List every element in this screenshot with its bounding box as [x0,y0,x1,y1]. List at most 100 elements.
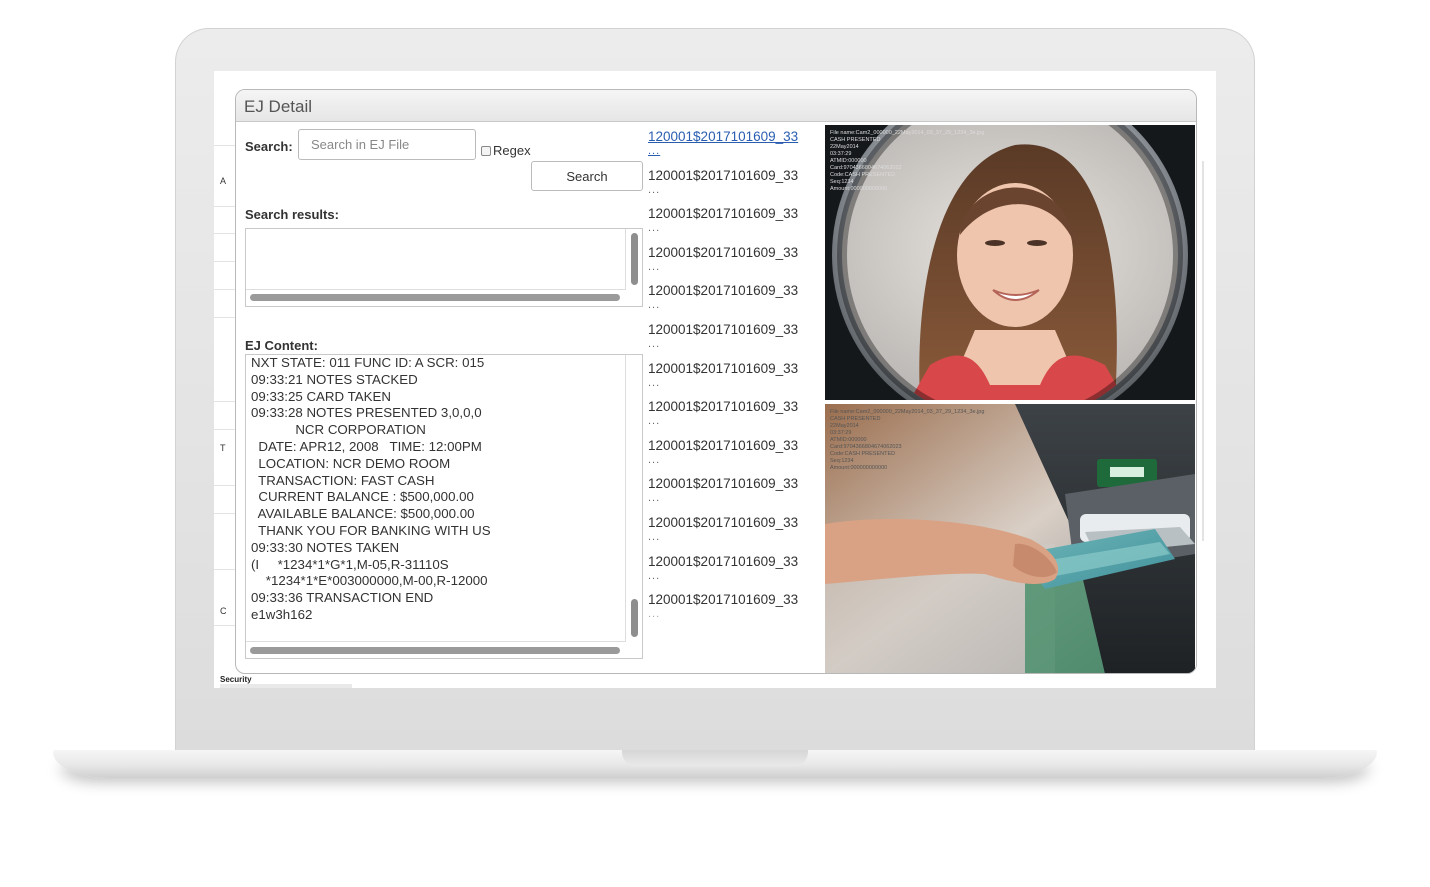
search-results-label: Search results: [245,207,339,222]
bg-row-divider [214,401,236,402]
bg-row-divider [214,625,236,626]
bg-row-divider [214,513,236,514]
background-app: A T C [214,71,236,688]
laptop-screen: A T C Security EJ Detail Search: Regex S… [214,71,1216,688]
ej-file-name[interactable]: 120001$2017101609_33 [648,322,823,337]
ej-file-name[interactable]: 120001$2017101609_33 [648,554,823,569]
results-vertical-scrollbar[interactable] [631,233,638,285]
ej-file-ellipsis: ... [648,376,661,389]
camera-image-1[interactable]: File name:Cam2_000000_22May2014_03_37_29… [825,125,1195,400]
search-input[interactable] [298,129,476,160]
ej-content-line: *1234*1*E*003000000,M-00,R-12000 [251,573,488,589]
ej-file-name[interactable]: 120001$2017101609_33 [648,206,823,221]
ej-content-line: 09:33:25 CARD TAKEN [251,388,391,404]
ej-file-name[interactable]: 120001$2017101609_33 [648,399,823,414]
ej-content-line: DATE: APR12, 2008 TIME: 12:00PM [251,438,482,454]
ej-file-ellipsis: ... [648,222,661,235]
regex-checkbox[interactable] [481,145,491,156]
bg-mark: C [220,606,227,616]
search-button[interactable]: Search [531,161,643,191]
ej-file-name[interactable]: 120001$2017101609_33 [648,129,823,144]
ej-content-label: EJ Content: [245,338,318,353]
ej-horizontal-scrollbar[interactable] [250,647,620,654]
ej-file-link[interactable]: 120001$2017101609_33... [648,592,823,620]
ej-file-ellipsis: ... [648,299,661,312]
search-panel: Search: Regex Search Search results: EJ … [245,129,643,669]
ej-file-ellipsis: ... [648,492,661,505]
ej-file-ellipsis: ... [648,531,661,543]
ej-content-line: CURRENT BALANCE : $500,000.00 [251,489,474,505]
ej-file-link[interactable]: 120001$2017101609_33... [648,399,823,427]
ej-file-name[interactable]: 120001$2017101609_33 [648,168,823,183]
results-list [246,229,626,290]
ej-file-name[interactable]: 120001$2017101609_33 [648,438,823,453]
ej-file-name[interactable]: 120001$2017101609_33 [648,245,823,260]
camera-1-overlay-text: File name:Cam2_000000_22May2014_03_37_29… [830,130,985,192]
bg-row-divider [214,261,236,262]
bg-row-divider [214,289,236,290]
ej-file-ellipsis: ... [648,338,661,350]
ej-content-box[interactable]: NXT STATE: 011 FUNC ID: A SCR: 015 09:33:… [245,354,643,659]
camera-image-2[interactable]: File name:Cam2_000000_22May2014_03_37_29… [825,404,1195,673]
ej-content-line: THANK YOU FOR BANKING WITH US [251,522,491,538]
ej-content-line: e1w3h162 [251,606,313,622]
bg-divider [220,684,352,688]
ej-file-link[interactable]: 120001$2017101609_33... [648,245,823,273]
ej-content-line: TRANSACTION: FAST CASH [251,472,435,488]
ej-file-link[interactable]: 120001$2017101609_33... [648,515,823,543]
ej-file-name[interactable]: 120001$2017101609_33 [648,476,823,491]
ej-content-line: AVAILABLE BALANCE: $500,000.00 [251,506,475,522]
ej-content-line: NCR CORPORATION [251,422,426,438]
ej-file-name[interactable]: 120001$2017101609_33 [648,592,823,607]
window-title: EJ Detail [236,90,1196,122]
ej-content-line: 09:33:28 NOTES PRESENTED 3,0,0,0 [251,405,482,421]
bg-row-divider [214,206,236,207]
search-results-box[interactable] [245,228,643,307]
bg-row-divider [214,429,236,430]
ej-file-list: 120001$2017101609_33... 120001$2017101609… [648,129,823,669]
ej-file-ellipsis: ... [648,145,661,157]
ej-file-name[interactable]: 120001$2017101609_33 [648,283,823,298]
ej-file-link[interactable]: 120001$2017101609_33... [648,168,823,196]
ej-file-link[interactable]: 120001$2017101609_33... [648,476,823,504]
ej-file-link[interactable]: 120001$2017101609_33... [648,206,823,234]
ej-file-link-selected[interactable]: 120001$2017101609_33... [648,129,823,157]
bg-row-divider [214,569,236,570]
ej-file-link[interactable]: 120001$2017101609_33... [648,554,823,582]
ej-file-link[interactable]: 120001$2017101609_33... [648,322,823,350]
security-label: Security [220,675,252,684]
results-horizontal-scrollbar[interactable] [250,294,620,301]
regex-label: Regex [493,143,531,158]
ej-file-ellipsis: ... [648,260,661,273]
camera-2-overlay-text: File name:Cam2_000000_22May2014_03_37_29… [830,409,985,471]
bg-scroll-edge [1202,161,1204,541]
bg-mark: A [220,176,227,186]
ej-content-line: NXT STATE: 011 FUNC ID: A SCR: 015 [251,355,485,370]
ej-file-ellipsis: ... [648,569,661,582]
ej-content-text: NXT STATE: 011 FUNC ID: A SCR: 015 09:33:… [251,355,491,624]
ej-file-name[interactable]: 120001$2017101609_33 [648,515,823,530]
bg-row-divider [214,145,236,146]
ej-file-link[interactable]: 120001$2017101609_33... [648,438,823,466]
ej-file-link[interactable]: 120001$2017101609_33... [648,283,823,311]
bg-mark: T [220,443,226,453]
bg-row-divider [214,485,236,486]
laptop-notch [622,750,808,766]
ej-file-ellipsis: ... [648,608,661,621]
ej-vertical-scrollbar[interactable] [631,599,638,637]
ej-content-line: 09:33:21 NOTES STACKED [251,371,418,387]
ej-file-ellipsis: ... [648,183,661,196]
ej-content-text-area: NXT STATE: 011 FUNC ID: A SCR: 015 09:33:… [246,355,626,642]
regex-option[interactable]: Regex [481,143,531,158]
ej-content-line: 09:33:30 NOTES TAKEN [251,539,400,555]
ej-content-line: (I *1234*1*G*1,M-05,R-31110S [251,556,449,572]
ej-file-link[interactable]: 120001$2017101609_33... [648,361,823,389]
ej-file-name[interactable]: 120001$2017101609_33 [648,361,823,376]
bg-row-divider [214,233,236,234]
ej-content-line: 09:33:36 TRANSACTION END [251,590,434,606]
ej-detail-window: EJ Detail Search: Regex Search Search re… [235,89,1197,674]
ej-content-line: LOCATION: NCR DEMO ROOM [251,455,451,471]
ej-file-ellipsis: ... [648,415,661,428]
search-label: Search: [245,139,293,154]
ej-file-ellipsis: ... [648,453,661,466]
